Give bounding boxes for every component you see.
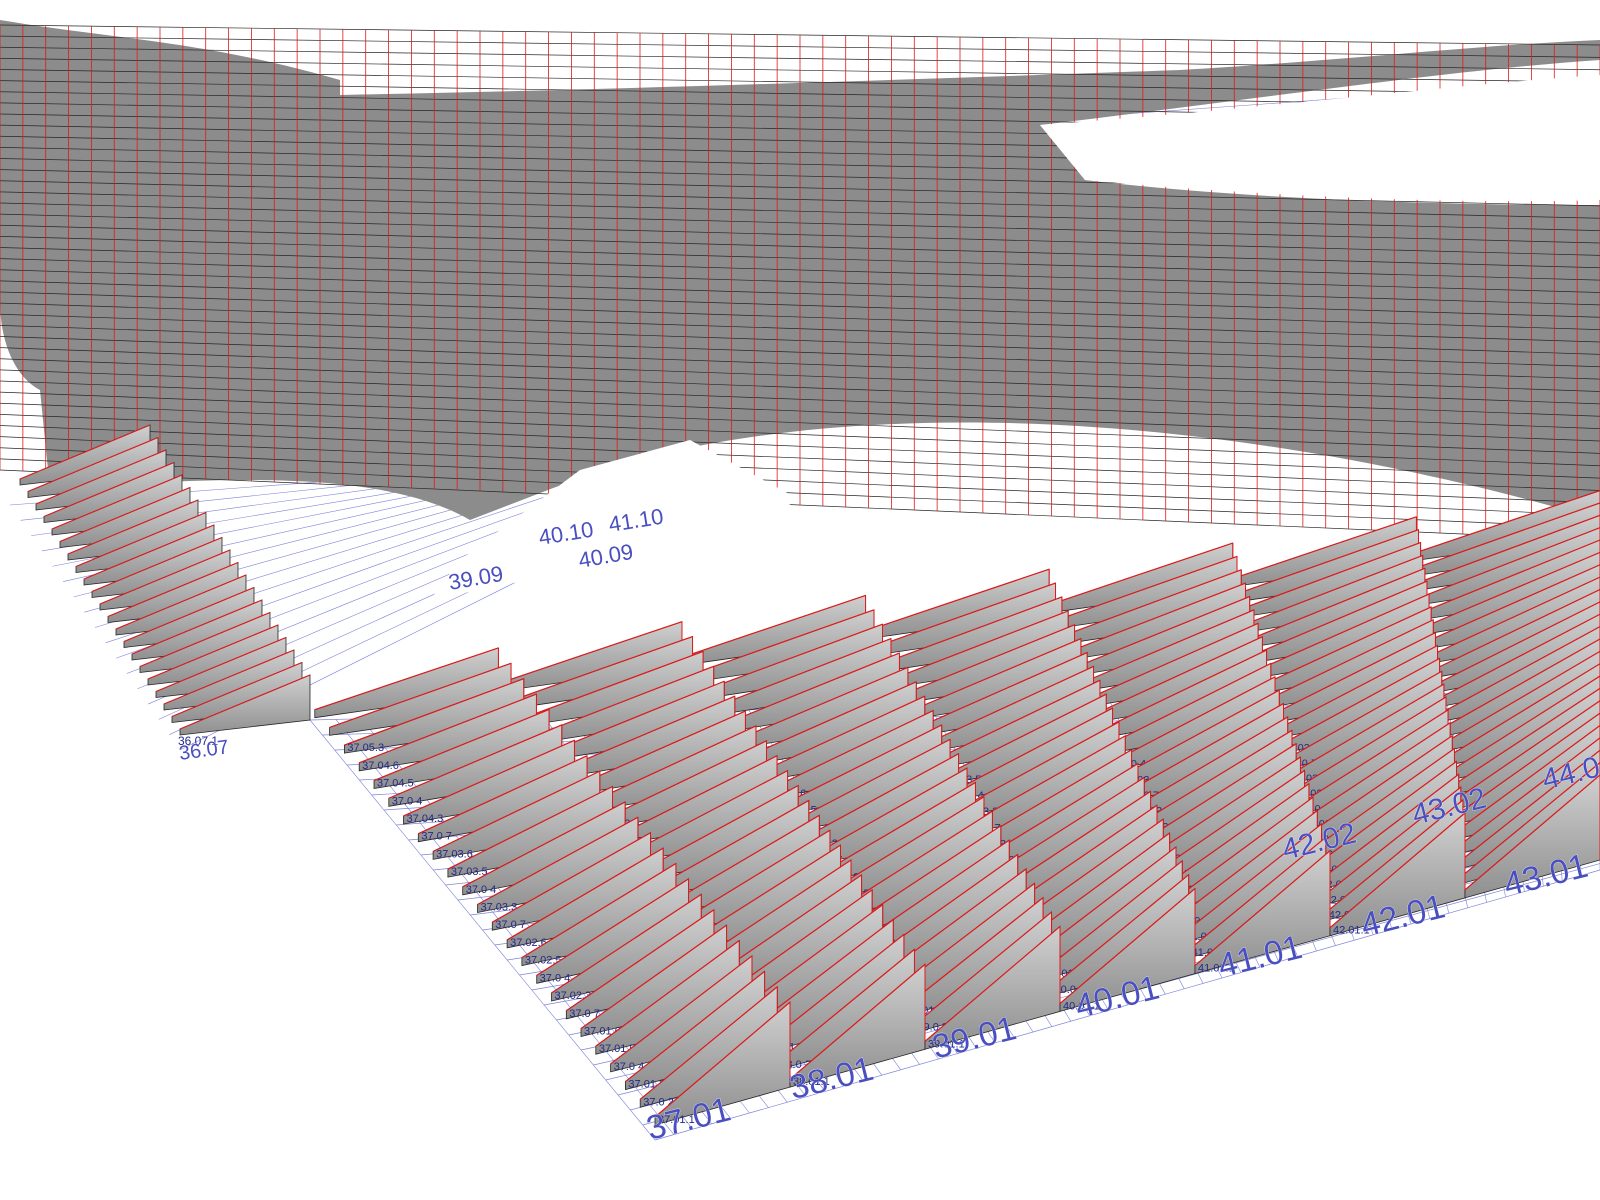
panel-label: 37.0 4: [392, 795, 423, 807]
fin-array: 37.05.3 37.04.6 37.04.5 37.0 4 37.04.3 37.0 7…: [19, 424, 1600, 1126]
far-roof-surface: [0, 20, 1600, 600]
panel-label: 37.04.6: [362, 760, 399, 772]
panel-label: 37.04.5: [377, 778, 414, 790]
grid-axis-label: 39.09: [447, 561, 506, 595]
panel-label: 37.04.3: [407, 813, 444, 825]
panel-label: 37.0 4: [466, 884, 497, 896]
panel-label: 37.0 4: [540, 972, 571, 984]
panel-label: 37.05.3: [347, 742, 384, 754]
roof-fin-model-view: 37.05.3 37.04.6 37.04.5 37.0 4 37.04.3 37.0 7…: [0, 20, 1600, 1148]
cad-viewport[interactable]: 37.05.3 37.04.6 37.04.5 37.0 4 37.04.3 37.0 7…: [0, 0, 1600, 1200]
panel-label: 37.03.6: [436, 848, 473, 860]
panel-label: 37.0 7: [495, 919, 526, 931]
panel-label: 37.0 7: [421, 831, 452, 843]
